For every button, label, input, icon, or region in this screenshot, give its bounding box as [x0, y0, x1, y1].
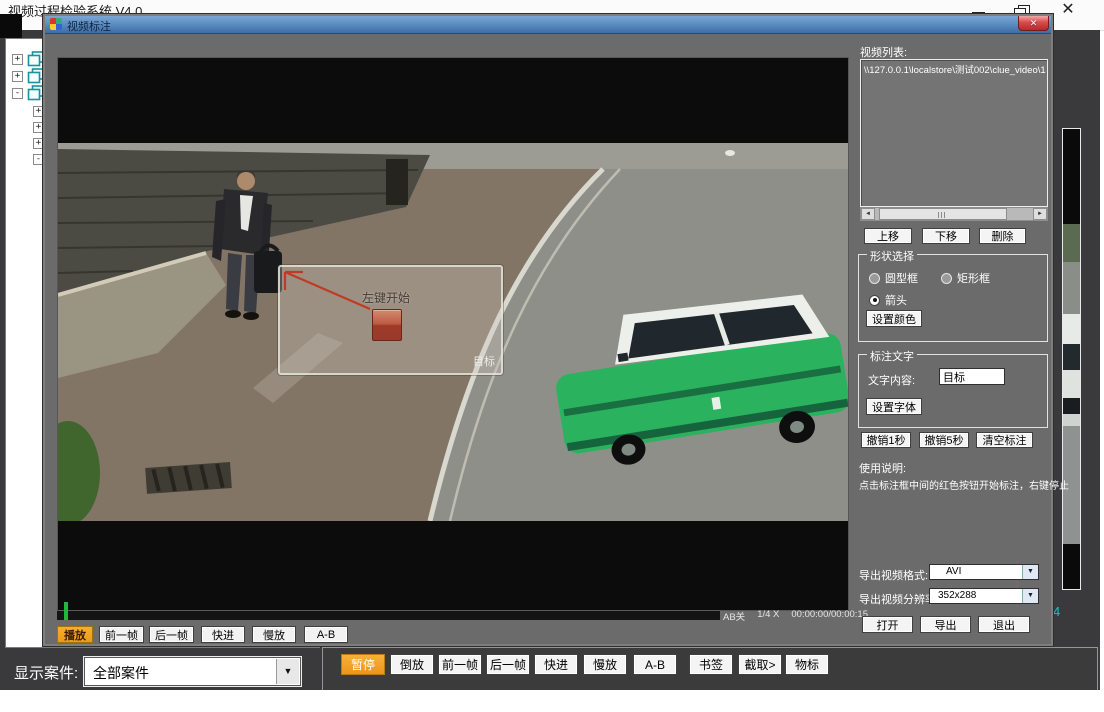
export-format-label: 导出视频格式: — [859, 567, 928, 583]
reverse-play-button[interactable]: 倒放 — [390, 654, 434, 675]
main-toolbar: 暂停 倒放 前一帧 后一帧 快进 慢放 A-B 书签 截取> 物标 — [322, 647, 1098, 690]
pause-button[interactable]: 暂停 — [341, 654, 385, 675]
undo-1s-button[interactable]: 撤销1秒 — [861, 432, 911, 448]
move-up-button[interactable]: 上移 — [864, 228, 912, 244]
ab-loop-button[interactable]: A-B — [633, 654, 677, 675]
next-frame-button[interactable]: 后一帧 — [149, 626, 194, 643]
prev-frame-button[interactable]: 前一帧 — [438, 654, 482, 675]
case-filter-dropdown[interactable]: 全部案件 ▼ — [84, 657, 301, 686]
annotation-hint-text: 左键开始 — [362, 289, 410, 306]
close-icon[interactable]: ✕ — [1058, 0, 1078, 20]
video-list-item[interactable]: \\127.0.0.1\localstore\测试002\clue_video\… — [864, 62, 1046, 76]
radio-circle-box[interactable]: 圆型框 — [869, 270, 918, 286]
radio-rect-box[interactable]: 矩形框 — [941, 270, 990, 286]
scrollbar-thumb[interactable] — [879, 208, 1007, 220]
move-down-button[interactable]: 下移 — [922, 228, 970, 244]
slow-play-button[interactable]: 慢放 — [252, 626, 296, 643]
video-canvas[interactable]: 左键开始 目标 — [57, 57, 849, 611]
next-frame-button[interactable]: 后一帧 — [486, 654, 530, 675]
set-color-button[interactable]: 设置颜色 — [866, 310, 922, 327]
annotation-tag-text: 目标 — [473, 353, 495, 369]
undo-5s-button[interactable]: 撤销5秒 — [919, 432, 969, 448]
capture-button[interactable]: 截取> — [738, 654, 782, 675]
time-status: 00:00:00/00:00:15 — [791, 609, 868, 623]
clear-annotations-button[interactable]: 清空标注 — [976, 432, 1033, 448]
text-group-title: 标注文字 — [867, 348, 917, 364]
set-font-button[interactable]: 设置字体 — [866, 398, 922, 415]
seek-bar[interactable] — [57, 610, 720, 620]
usage-title: 使用说明: — [859, 460, 906, 476]
export-resolution-dropdown[interactable]: 352x288 ▼ — [929, 588, 1039, 604]
radio-icon[interactable] — [941, 273, 952, 284]
slow-play-button[interactable]: 慢放 — [583, 654, 627, 675]
scroll-right-icon[interactable]: ► — [1033, 208, 1047, 220]
usage-body: 点击标注框中间的红色按钮开始标注，右键停止 — [859, 477, 1069, 492]
annotation-start-button[interactable] — [372, 309, 402, 341]
video-list-label: 视频列表: — [860, 44, 907, 60]
app-icon — [50, 18, 62, 30]
annotation-text-group: 标注文字 文字内容: 设置字体 — [858, 354, 1048, 428]
radio-arrow[interactable]: 箭头 — [869, 292, 907, 308]
case-filter-label: 显示案件: — [14, 662, 78, 683]
dialog-close-button[interactable]: ✕ — [1018, 16, 1049, 31]
video-list-scrollbar[interactable]: ◄ ► — [860, 207, 1048, 221]
chevron-down-icon[interactable]: ▼ — [276, 659, 299, 684]
ab-loop-button[interactable]: A-B — [304, 626, 348, 643]
speed-status: 1/4 X — [757, 609, 779, 623]
exit-button[interactable]: 退出 — [978, 616, 1030, 633]
playhead-marker[interactable] — [64, 602, 68, 620]
top-left-strip — [0, 14, 22, 38]
text-content-label: 文字内容: — [868, 372, 915, 388]
video-annotation-dialog: 视频标注 ✕ — [43, 14, 1053, 646]
scroll-left-icon[interactable]: ◄ — [861, 208, 875, 220]
tree-expander[interactable]: + — [12, 54, 23, 65]
dialog-titlebar[interactable]: 视频标注 ✕ — [45, 16, 1051, 34]
video-list[interactable]: \\127.0.0.1\localstore\测试002\clue_video\… — [860, 59, 1048, 207]
background-video-thumbnail — [1062, 128, 1081, 590]
play-button[interactable]: 播放 — [57, 626, 93, 643]
annotation-overlay: 左键开始 目标 — [278, 265, 503, 375]
case-filter-value: 全部案件 — [93, 663, 149, 683]
export-resolution-value: 352x288 — [938, 590, 976, 601]
prev-frame-button[interactable]: 前一帧 — [99, 626, 144, 643]
shape-select-group: 形状选择 圆型框 矩形框 箭头 设置颜色 — [858, 254, 1048, 342]
radio-icon[interactable] — [869, 273, 880, 284]
radio-selected-icon[interactable] — [869, 295, 880, 306]
screen: 视频过程检验系统 V4.0 ✕ + + - + + — [0, 0, 1104, 712]
export-button[interactable]: 导出 — [920, 616, 971, 633]
text-content-input[interactable] — [939, 368, 1005, 385]
dialog-title: 视频标注 — [67, 18, 111, 34]
chevron-down-icon[interactable]: ▼ — [1022, 589, 1038, 603]
tree-expander[interactable]: + — [12, 71, 23, 82]
background-page-number: 4 — [1053, 604, 1060, 619]
shape-group-title: 形状选择 — [867, 248, 917, 264]
export-format-dropdown[interactable]: AVI ▼ — [929, 564, 1039, 580]
tree-expander[interactable]: - — [12, 88, 23, 99]
fast-forward-button[interactable]: 快进 — [201, 626, 245, 643]
export-format-value: AVI — [946, 566, 961, 577]
ab-status: AB关 — [723, 609, 745, 623]
close-icon: ✕ — [1030, 18, 1038, 28]
bookmark-button[interactable]: 书签 — [689, 654, 733, 675]
open-button[interactable]: 打开 — [862, 616, 913, 633]
chevron-down-icon[interactable]: ▼ — [1022, 565, 1038, 579]
export-resolution-label: 导出视频分辨率: — [859, 591, 939, 607]
delete-button[interactable]: 删除 — [979, 228, 1026, 244]
fast-forward-button[interactable]: 快进 — [534, 654, 578, 675]
object-marker-button[interactable]: 物标 — [785, 654, 829, 675]
